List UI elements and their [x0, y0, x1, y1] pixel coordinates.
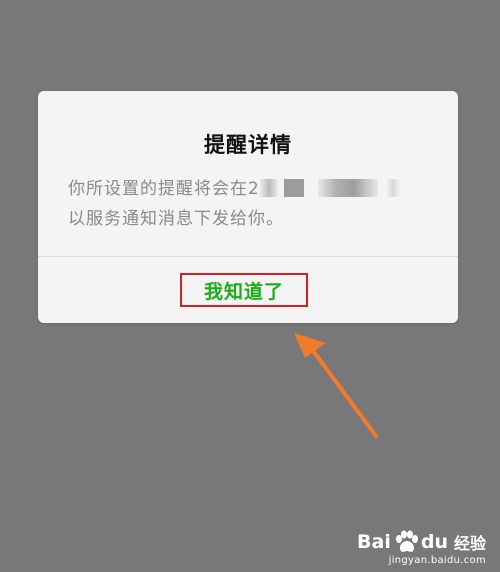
watermark-brand-left: Bai: [357, 531, 391, 553]
message-line-1: 你所设置的提醒将会在2: [68, 174, 438, 204]
dialog-message: 你所设置的提醒将会在2 以服务通知消息下发给你。: [68, 174, 438, 234]
dialog-title: 提醒详情: [204, 133, 292, 157]
paw-icon: [395, 530, 418, 552]
message-line-2: 以服务通知消息下发给你。: [68, 209, 284, 229]
watermark-product: 经验: [453, 534, 486, 553]
baidu-jingyan-watermark: Bai du 经验 jingyan.baidu.com: [357, 530, 486, 566]
redacted-blur: [283, 178, 304, 197]
got-it-button[interactable]: 我知道了: [180, 273, 308, 307]
redacted-blur: [385, 178, 400, 197]
redacted-blur: [317, 178, 378, 197]
dialog-divider: [38, 256, 458, 257]
reminder-details-dialog: 提醒详情 你所设置的提醒将会在2 以服务通知消息下发给你。 我知道了: [38, 91, 458, 323]
message-line-1-text: 你所设置的提醒将会在2: [68, 179, 260, 199]
watermark-url: jingyan.baidu.com: [388, 555, 486, 566]
redacted-blur: [259, 178, 278, 197]
watermark-brand-right: du: [420, 531, 448, 553]
